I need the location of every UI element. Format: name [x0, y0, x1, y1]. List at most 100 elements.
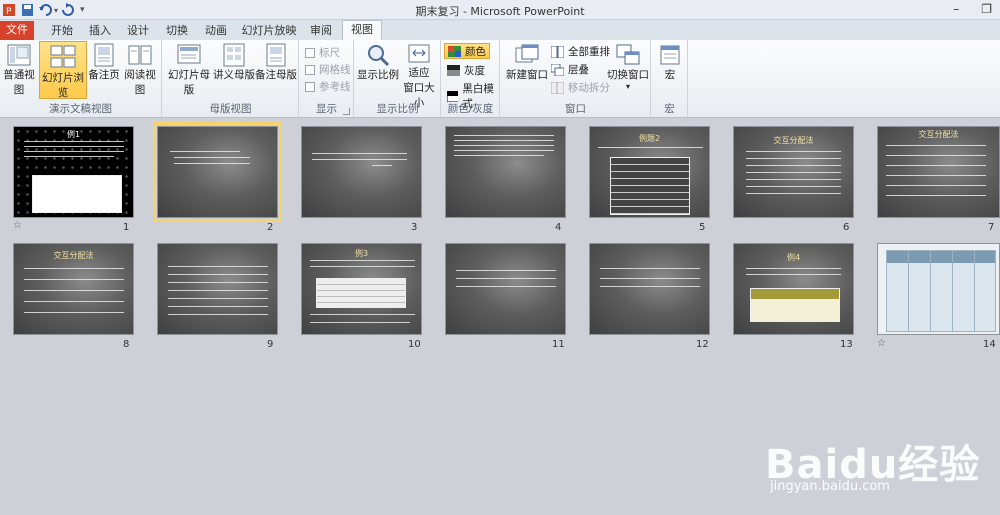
slide-thumbnail-6[interactable]: 交互分配法 — [733, 126, 854, 218]
group-label-macro: 宏 — [664, 103, 675, 115]
group-label-master-views: 母版视图 — [209, 103, 252, 115]
slide-thumbnail-4[interactable] — [445, 126, 566, 218]
slide-number-14: 14 — [983, 339, 996, 350]
tab-slideshow[interactable]: 幻灯片放映 — [238, 22, 300, 40]
slide-sorter-button[interactable]: 幻灯片浏览 — [39, 41, 87, 99]
move-split-button[interactable]: 移动拆分 — [551, 80, 610, 95]
slide-thumbnail-8[interactable]: 交互分配法 — [13, 243, 134, 335]
notes-master-button[interactable]: 备注母版 — [255, 43, 297, 98]
slide-number-4: 4 — [555, 222, 562, 233]
slide-number-10: 10 — [408, 339, 421, 350]
gridlines-check[interactable] — [305, 64, 315, 75]
slide-thumbnail-10[interactable]: 例3 — [301, 243, 422, 335]
group-label-color: 颜色/灰度 — [447, 103, 494, 115]
cascade-label: 层叠 — [568, 64, 589, 76]
move-split-label: 移动拆分 — [568, 82, 610, 94]
notes-page-button[interactable]: 备注页 — [88, 43, 120, 98]
notes-master-label: 备注母版 — [255, 69, 297, 81]
cascade-icon — [551, 63, 564, 76]
slide-13-title: 例4 — [786, 253, 801, 262]
tab-transitions[interactable]: 切换 — [158, 22, 196, 40]
slide-number-7: 7 — [988, 222, 995, 233]
slide-thumbnail-1[interactable]: 例1 — [13, 126, 134, 218]
ruler-label: 标尺 — [319, 47, 340, 59]
show-dialog-launcher[interactable] — [343, 108, 350, 115]
color-button[interactable]: 颜色 — [444, 43, 490, 59]
slide-thumbnail-5[interactable]: 例题2 — [589, 126, 710, 218]
cascade-button[interactable]: 层叠 — [551, 62, 589, 77]
handout-master-icon — [223, 43, 245, 67]
fit-to-window-button[interactable]: 适应 窗口大小 — [399, 43, 439, 109]
guides-checkbox[interactable]: 参考线 — [305, 79, 351, 94]
ruler-check[interactable] — [305, 47, 315, 58]
slide-number-12: 12 — [696, 339, 709, 350]
slide-number-1: 1 — [123, 222, 130, 233]
macro-button[interactable]: 宏 — [654, 43, 686, 98]
group-show: 标尺 网格线 参考线 显示 — [300, 40, 354, 118]
move-split-icon — [551, 81, 564, 94]
guides-label: 参考线 — [319, 81, 351, 93]
restore-icon[interactable]: ❐ — [981, 2, 992, 16]
window-title: 期末复习 - Microsoft PowerPoint — [415, 5, 585, 18]
reading-view-icon — [128, 45, 152, 65]
color-swatch-icon — [448, 45, 461, 57]
slide-thumbnail-3[interactable] — [301, 126, 422, 218]
slide-thumbnail-9[interactable] — [157, 243, 278, 335]
slide-sorter-pane: 例1 1 ☆ 2 3 4 例题2 5 交互分配法 6 交互分配法 7 交互分配法… — [0, 118, 1000, 515]
ribbon: 普通视图 幻灯片浏览 备注页 阅读视图 演示文稿视图 幻灯片母版 讲义母版 备注… — [0, 40, 1000, 118]
notes-page-label: 备注页 — [88, 69, 120, 81]
normal-view-button[interactable]: 普通视图 — [0, 43, 38, 98]
slide-thumbnail-13[interactable]: 例4 — [733, 243, 854, 335]
slide-sorter-label: 幻灯片浏览 — [42, 72, 84, 99]
baidu-watermark: Baidu经验 jingyan.baidu.com — [765, 432, 995, 502]
tab-animations[interactable]: 动画 — [197, 22, 235, 40]
slide-master-label: 幻灯片母版 — [168, 69, 210, 96]
gridlines-label: 网格线 — [319, 64, 351, 76]
slide-6-title: 交互分配法 — [773, 136, 814, 145]
arrange-all-button[interactable]: 全部重排 — [551, 44, 610, 59]
slide-thumbnail-2[interactable] — [153, 122, 282, 222]
new-window-button[interactable]: 新建窗口 — [504, 43, 550, 98]
tab-file[interactable]: 文件 — [0, 21, 34, 40]
slide-number-13: 13 — [840, 339, 853, 350]
arrange-all-label: 全部重排 — [568, 46, 610, 58]
macro-icon — [660, 45, 680, 65]
tab-insert[interactable]: 插入 — [82, 22, 118, 40]
slide-7-title: 交互分配法 — [918, 130, 959, 139]
black-white-icon — [447, 90, 459, 102]
tab-design[interactable]: 设计 — [120, 22, 156, 40]
slide-master-button[interactable]: 幻灯片母版 — [165, 43, 213, 98]
group-zoom: 显示比例 适应 窗口大小 显示比例 — [355, 40, 441, 118]
group-color-grayscale: 颜色 灰度 黑白模式 颜色/灰度 — [442, 40, 500, 118]
zoom-label: 显示比例 — [357, 69, 399, 81]
tab-view[interactable]: 视图 — [342, 20, 382, 41]
gridlines-checkbox[interactable]: 网格线 — [305, 62, 351, 77]
grayscale-button[interactable]: 灰度 — [447, 63, 485, 78]
slide-thumbnail-11[interactable] — [445, 243, 566, 335]
switch-windows-dropdown-icon[interactable]: ▾ — [607, 82, 649, 91]
slide-thumbnail-14[interactable] — [877, 243, 1000, 335]
transition-star-icon-14: ☆ — [877, 338, 886, 349]
magnifier-icon — [368, 45, 390, 67]
ruler-checkbox[interactable]: 标尺 — [305, 45, 340, 60]
group-master-views: 幻灯片母版 讲义母版 备注母版 母版视图 — [163, 40, 299, 118]
tab-home[interactable]: 开始 — [42, 22, 82, 40]
reading-view-label: 阅读视图 — [124, 69, 156, 96]
switch-windows-button[interactable]: 切换窗口 ▾ — [607, 43, 649, 101]
handout-master-button[interactable]: 讲义母版 — [213, 43, 255, 98]
slide-thumbnail-7[interactable]: 交互分配法 — [877, 126, 1000, 218]
minimize-icon[interactable]: – — [953, 2, 959, 16]
normal-view-label: 普通视图 — [3, 69, 35, 96]
slide-8-title: 交互分配法 — [53, 251, 94, 260]
group-macro: 宏 宏 — [652, 40, 688, 118]
grayscale-label: 灰度 — [464, 65, 485, 77]
guides-check[interactable] — [305, 81, 315, 92]
ribbon-tabs: 文件 开始 插入 设计 切换 动画 幻灯片放映 审阅 视图 — [0, 20, 1000, 41]
slide-thumbnail-12[interactable] — [589, 243, 710, 335]
fit-label-line1: 适应 — [408, 67, 430, 79]
tab-review[interactable]: 审阅 — [303, 22, 339, 40]
slide-number-2: 2 — [267, 222, 274, 233]
zoom-button[interactable]: 显示比例 — [357, 43, 399, 98]
group-label-window: 窗口 — [565, 103, 586, 115]
reading-view-button[interactable]: 阅读视图 — [120, 43, 160, 98]
